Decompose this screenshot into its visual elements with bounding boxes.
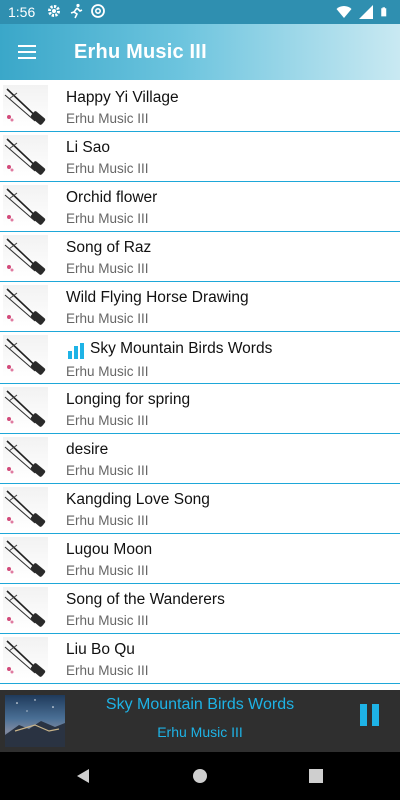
song-artist: Erhu Music III [66,261,149,276]
song-list-item[interactable]: desire Erhu Music III [0,434,400,484]
now-playing-title: Sky Mountain Birds Words [105,696,295,713]
app-title: Erhu Music III [74,41,207,63]
song-title: Song of the Wanderers [66,591,225,608]
erhu-thumbnail-icon [3,235,48,277]
pause-icon[interactable] [358,704,382,728]
song-title: Orchid flower [66,189,158,206]
song-artist: Erhu Music III [66,111,149,126]
song-title: Lugou Moon [66,541,153,558]
song-artist: Erhu Music III [66,663,149,678]
erhu-thumbnail-icon [3,437,48,479]
song-artist: Erhu Music III [66,311,149,326]
now-playing-equalizer-icon [68,343,86,359]
song-title: Kangding Love Song [66,491,210,508]
song-list-item[interactable]: Longing for spring Erhu Music III [0,384,400,434]
status-time: 1:56 [8,4,36,20]
hamburger-menu-icon[interactable] [16,40,40,64]
at-icon [91,4,105,18]
song-artist: Erhu Music III [66,161,149,176]
erhu-thumbnail-icon [3,85,48,127]
erhu-thumbnail-icon [3,637,48,679]
erhu-thumbnail-icon [3,285,48,327]
app-bar: Erhu Music III [0,24,400,80]
back-icon[interactable] [74,766,94,786]
erhu-thumbnail-icon [3,587,48,629]
song-title: Longing for spring [66,391,191,408]
song-artist: Erhu Music III [66,513,149,528]
song-list-item[interactable]: Sky Mountain Birds Words Erhu Music III [0,332,400,384]
running-icon [70,3,83,19]
status-bar: 1:56 [0,0,400,24]
song-artist: Erhu Music III [66,364,149,379]
battery-icon [381,7,387,17]
erhu-thumbnail-icon [3,135,48,177]
now-playing-bar[interactable]: Sky Mountain Birds Words Erhu Music III [0,690,400,752]
song-list-item[interactable]: Wild Flying Horse Drawing Erhu Music III [0,282,400,332]
song-artist: Erhu Music III [66,211,149,226]
song-artist: Erhu Music III [66,613,149,628]
home-icon[interactable] [190,766,210,786]
song-list-item[interactable]: Happy Yi Village Erhu Music III [0,82,400,132]
erhu-thumbnail-icon [3,335,48,377]
erhu-thumbnail-icon [3,387,48,429]
song-artist: Erhu Music III [66,463,149,478]
navigation-bar [0,752,400,800]
song-title: Wild Flying Horse Drawing [66,289,249,306]
song-artist: Erhu Music III [66,413,149,428]
song-title: Sky Mountain Birds Words [90,340,273,357]
song-title: desire [66,441,109,458]
song-list-item[interactable]: Orchid flower Erhu Music III [0,182,400,232]
song-list-item[interactable]: Liu Bo Qu Erhu Music III [0,634,400,684]
song-title: Liu Bo Qu [66,641,135,658]
erhu-thumbnail-icon [3,537,48,579]
song-title: Song of Raz [66,239,152,256]
song-artist: Erhu Music III [66,563,149,578]
song-title: Happy Yi Village [66,89,179,106]
song-list: Happy Yi Village Erhu Music III Li Sao Erhu… [0,82,400,684]
signal-icon [359,5,373,19]
erhu-thumbnail-icon [3,487,48,529]
erhu-thumbnail-icon [3,185,48,227]
song-list-item[interactable]: Kangding Love Song Erhu Music III [0,484,400,534]
song-list-item[interactable]: Song of Raz Erhu Music III [0,232,400,282]
song-list-item[interactable]: Lugou Moon Erhu Music III [0,534,400,584]
gear-icon [48,5,60,17]
recents-icon[interactable] [306,766,326,786]
wifi-icon [336,6,352,18]
song-title: Li Sao [66,139,110,156]
song-list-item[interactable]: Li Sao Erhu Music III [0,132,400,182]
now-playing-artist: Erhu Music III [157,724,243,740]
song-list-item[interactable]: Song of the Wanderers Erhu Music III [0,584,400,634]
